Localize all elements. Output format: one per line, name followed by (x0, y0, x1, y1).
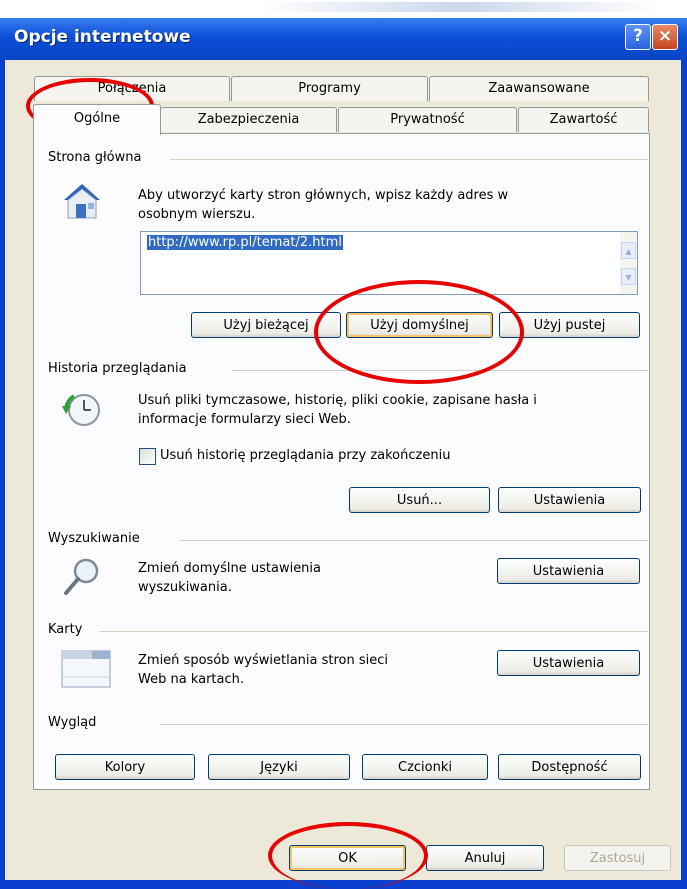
highlight-circle-use-default (314, 280, 524, 384)
scroll-up-icon[interactable]: ▲ (621, 242, 636, 259)
home-group-label: Strona główna (48, 150, 148, 165)
apply-button[interactable]: Zastosuj (564, 845, 671, 871)
dialog-window: Opcje internetowe ? × Połączenia Program… (0, 0, 687, 889)
history-description-line2: informacje formularzy sieci Web. (138, 412, 351, 427)
delete-history-button[interactable]: Usuń... (349, 487, 490, 513)
close-button[interactable]: × (652, 24, 678, 50)
url-scrollbar[interactable]: ▲ ▼ (620, 232, 637, 294)
home-url-text: http://www.rp.pl/temat/2.html (147, 235, 343, 250)
delete-on-exit-label[interactable]: Usuń historię przeglądania przy zakończe… (160, 446, 450, 465)
magnifier-icon (64, 558, 99, 595)
home-icon (64, 184, 100, 219)
highlight-circle-ok (268, 822, 428, 889)
divider (160, 724, 648, 725)
tabs-group-label: Karty (48, 622, 89, 637)
fonts-button[interactable]: Czcionki (362, 754, 488, 780)
search-group-label: Wyszukiwanie (48, 531, 146, 546)
tab-programs[interactable]: Programy (231, 76, 428, 101)
tabs-settings-button[interactable]: Ustawienia (497, 650, 640, 676)
languages-button[interactable]: Języki (208, 754, 350, 780)
history-description-line1: Usuń pliki tymczasowe, historię, pliki c… (138, 393, 537, 408)
search-description-line2: wyszukiwania. (138, 580, 232, 595)
tabs-description-line1: Zmień sposób wyświetlania stron sieci (138, 653, 389, 668)
accessibility-button[interactable]: Dostępność (498, 754, 641, 780)
tab-advanced[interactable]: Zaawansowane (429, 76, 649, 101)
delete-on-exit-checkbox[interactable] (139, 448, 156, 465)
tab-privacy[interactable]: Prywatność (338, 107, 517, 132)
divider (100, 631, 648, 632)
home-description-line2: osobnym wierszu. (138, 207, 256, 222)
browser-tabs-icon (61, 650, 111, 688)
history-settings-button[interactable]: Ustawienia (498, 487, 641, 513)
tab-security[interactable]: Zabezpieczenia (160, 107, 337, 132)
cancel-button[interactable]: Anuluj (426, 845, 544, 871)
help-button[interactable]: ? (625, 24, 651, 50)
divider (170, 159, 648, 160)
tab-general[interactable]: Ogólne (33, 104, 161, 135)
search-description-line1: Zmień domyślne ustawienia (138, 561, 322, 576)
background-strip (0, 0, 687, 18)
history-group-label: Historia przeglądania (48, 361, 193, 376)
window-title: Opcje internetowe (14, 27, 191, 47)
colors-button[interactable]: Kolory (55, 754, 195, 780)
home-description-line1: Aby utworzyć karty stron głównych, wpisz… (138, 188, 509, 203)
history-clock-icon (62, 394, 100, 426)
divider (180, 540, 648, 541)
tabs-description-line2: Web na kartach. (138, 672, 245, 687)
scroll-down-icon[interactable]: ▼ (621, 268, 636, 285)
appearance-group-label: Wygląd (48, 715, 103, 730)
search-settings-button[interactable]: Ustawienia (497, 558, 640, 584)
tab-content[interactable]: Zawartość (518, 107, 649, 132)
